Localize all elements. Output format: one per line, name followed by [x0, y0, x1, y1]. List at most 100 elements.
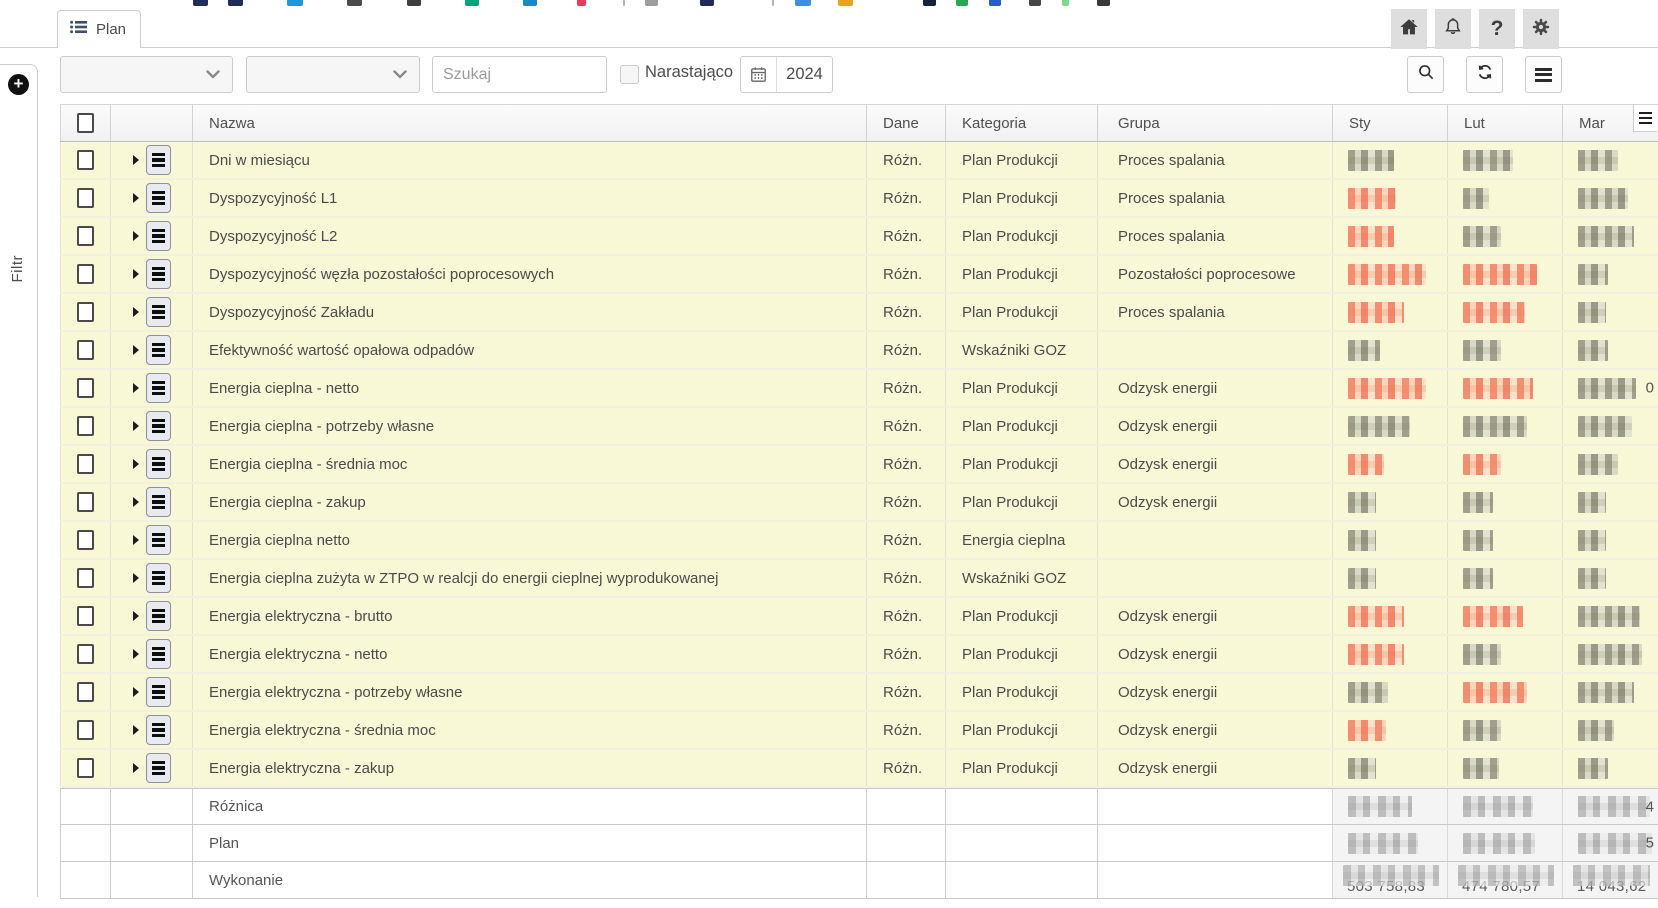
row-checkbox[interactable] [77, 606, 94, 626]
search-input[interactable] [432, 56, 607, 93]
year-value[interactable]: 2024 [777, 57, 832, 92]
expand-arrow-icon[interactable] [133, 763, 139, 773]
refresh-button[interactable] [1466, 56, 1503, 93]
row-menu-button[interactable] [146, 297, 171, 327]
expand-arrow-icon[interactable] [133, 307, 139, 317]
table-row[interactable]: Energia elektryczna - netto Różn. Plan P… [60, 636, 1658, 674]
row-menu-button[interactable] [146, 183, 171, 213]
row-menu-button[interactable] [146, 373, 171, 403]
row-checkbox[interactable] [77, 188, 94, 208]
row-menu-button[interactable] [146, 449, 171, 479]
table-menu-button[interactable] [1525, 56, 1562, 93]
table-row[interactable]: Energia elektryczna - potrzeby własne Ró… [60, 674, 1658, 712]
row-dane: Różn. [866, 750, 945, 786]
home-button[interactable] [1391, 9, 1427, 49]
expand-arrow-icon[interactable] [133, 193, 139, 203]
table-row[interactable]: Dyspozycyjność Zakładu Różn. Plan Produk… [60, 294, 1658, 332]
table-row[interactable]: Energia elektryczna - brutto Różn. Plan … [60, 598, 1658, 636]
row-checkbox[interactable] [77, 454, 94, 474]
expand-arrow-icon[interactable] [133, 421, 139, 431]
column-header-kategoria[interactable]: Kategoria [945, 105, 1097, 141]
row-checkbox[interactable] [77, 492, 94, 512]
row-expander-cell [110, 256, 192, 292]
expand-filter-button[interactable]: + [8, 74, 29, 95]
row-checkbox[interactable] [77, 150, 94, 170]
tab-plan[interactable]: Plan [57, 10, 141, 48]
column-header-nazwa[interactable]: Nazwa [192, 105, 866, 141]
expand-arrow-icon[interactable] [133, 383, 139, 393]
expand-arrow-icon[interactable] [133, 345, 139, 355]
expand-arrow-icon[interactable] [133, 573, 139, 583]
row-checkbox[interactable] [77, 416, 94, 436]
expand-arrow-icon[interactable] [133, 611, 139, 621]
row-checkbox[interactable] [77, 226, 94, 246]
table-row[interactable]: Energia cieplna netto Różn. Energia ciep… [60, 522, 1658, 560]
row-checkbox[interactable] [77, 720, 94, 740]
column-header-grupa[interactable]: Grupa [1097, 105, 1332, 141]
row-menu-button[interactable] [146, 753, 171, 783]
month-cell-lut [1447, 750, 1562, 786]
row-checkbox[interactable] [77, 302, 94, 322]
table-row[interactable]: Energia cieplna zużyta w ZTPO w realcji … [60, 560, 1658, 598]
table-row[interactable]: Dyspozycyjność L2 Różn. Plan Produkcji P… [60, 218, 1658, 256]
row-checkbox[interactable] [77, 264, 94, 284]
column-header-dane[interactable]: Dane [866, 105, 945, 141]
row-menu-button[interactable] [146, 335, 171, 365]
row-kategoria: Plan Produkcji [945, 142, 1097, 178]
row-menu-button[interactable] [146, 677, 171, 707]
filter-select-2[interactable] [246, 56, 420, 93]
row-checkbox[interactable] [77, 644, 94, 664]
row-menu-button[interactable] [146, 715, 171, 745]
row-checkbox[interactable] [77, 530, 94, 550]
select-all-checkbox[interactable] [77, 113, 94, 133]
table-row[interactable]: Dyspozycyjność węzła pozostałości poproc… [60, 256, 1658, 294]
row-menu-button[interactable] [146, 563, 171, 593]
row-menu-button[interactable] [146, 601, 171, 631]
row-menu-button[interactable] [146, 487, 171, 517]
expand-arrow-icon[interactable] [133, 231, 139, 241]
table-row[interactable]: Energia elektryczna - zakup Różn. Plan P… [60, 750, 1658, 788]
table-row[interactable]: Energia cieplna - netto Różn. Plan Produ… [60, 370, 1658, 408]
settings-button[interactable] [1523, 9, 1559, 49]
notifications-button[interactable] [1435, 9, 1471, 49]
table-row[interactable]: Efektywność wartość opałowa odpadów Różn… [60, 332, 1658, 370]
column-header-lut[interactable]: Lut [1447, 105, 1562, 141]
row-dane: Różn. [866, 408, 945, 444]
filter-select-1[interactable] [60, 56, 233, 93]
row-menu-button[interactable] [146, 639, 171, 669]
expand-arrow-icon[interactable] [133, 155, 139, 165]
expand-arrow-icon[interactable] [133, 497, 139, 507]
redacted-value [1578, 378, 1636, 399]
row-checkbox[interactable] [77, 682, 94, 702]
expand-arrow-icon[interactable] [133, 687, 139, 697]
row-checkbox[interactable] [77, 340, 94, 360]
search-button[interactable] [1407, 56, 1444, 93]
expand-arrow-icon[interactable] [133, 725, 139, 735]
row-checkbox[interactable] [77, 758, 94, 778]
column-chooser-button[interactable] [1633, 105, 1657, 132]
row-menu-button[interactable] [146, 221, 171, 251]
row-menu-button[interactable] [146, 411, 171, 441]
year-picker[interactable]: 2024 [740, 56, 833, 93]
browser-tab-strip[interactable] [0, 0, 1658, 8]
row-menu-button[interactable] [146, 145, 171, 175]
help-button[interactable]: ? [1479, 9, 1515, 49]
row-checkbox[interactable] [77, 568, 94, 588]
expand-arrow-icon[interactable] [133, 535, 139, 545]
calendar-icon[interactable] [741, 57, 777, 92]
table-row[interactable]: Energia cieplna - potrzeby własne Różn. … [60, 408, 1658, 446]
column-header-sty[interactable]: Sty [1332, 105, 1447, 141]
summary-label: Wykonanie [192, 862, 866, 898]
expand-arrow-icon[interactable] [133, 649, 139, 659]
table-row[interactable]: Energia cieplna - średnia moc Różn. Plan… [60, 446, 1658, 484]
expand-arrow-icon[interactable] [133, 269, 139, 279]
row-menu-button[interactable] [146, 525, 171, 555]
cumulative-checkbox[interactable] [620, 65, 639, 84]
table-row[interactable]: Energia elektryczna - średnia moc Różn. … [60, 712, 1658, 750]
table-row[interactable]: Dni w miesiącu Różn. Plan Produkcji Proc… [60, 142, 1658, 180]
row-checkbox[interactable] [77, 378, 94, 398]
table-row[interactable]: Energia cieplna - zakup Różn. Plan Produ… [60, 484, 1658, 522]
expand-arrow-icon[interactable] [133, 459, 139, 469]
table-row[interactable]: Dyspozycyjność L1 Różn. Plan Produkcji P… [60, 180, 1658, 218]
row-menu-button[interactable] [146, 259, 171, 289]
